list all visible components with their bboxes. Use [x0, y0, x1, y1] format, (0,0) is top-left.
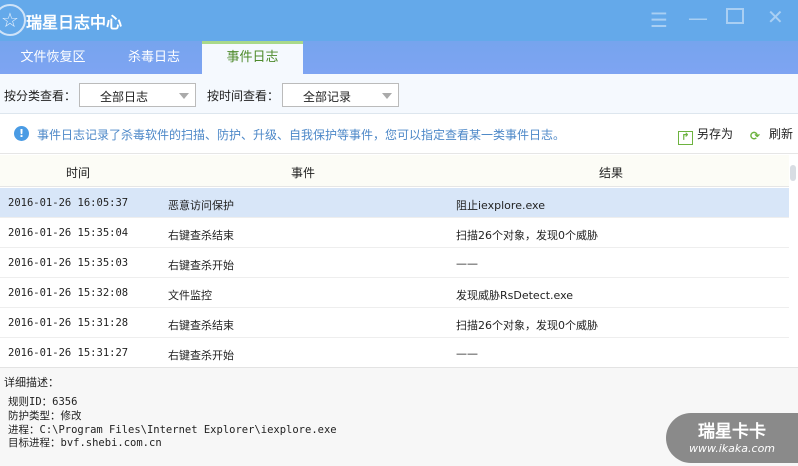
- cell-result: ——: [456, 347, 478, 360]
- filter-bar: 按分类查看： 全部日志 按时间查看： 全部记录: [0, 74, 798, 114]
- cell-time: 2016-01-26 15:31:28: [8, 317, 129, 329]
- menu-icon[interactable]: ☰: [650, 8, 668, 32]
- cell-time: 2016-01-26 15:35:04: [8, 227, 129, 239]
- scrollbar-thumb[interactable]: [790, 165, 796, 181]
- category-filter-label: 按分类查看：: [4, 89, 77, 103]
- cell-result: ——: [456, 257, 478, 270]
- category-select[interactable]: 全部日志: [79, 83, 196, 107]
- refresh-button[interactable]: ⟳ 刷新: [750, 125, 793, 143]
- detail-title: 详细描述：: [4, 376, 59, 389]
- close-icon[interactable]: ✕: [767, 5, 784, 29]
- save-as-label: 另存为: [697, 127, 734, 141]
- window-title: 瑞星日志中心: [26, 13, 123, 32]
- time-value: 全部记录: [303, 90, 352, 104]
- cell-time: 2016-01-26 15:31:27: [8, 347, 129, 359]
- event-table: 2016-01-26 16:05:37 恶意访问保护 阻止iexplore.exe 2…: [0, 188, 790, 368]
- table-row[interactable]: 2016-01-26 15:35:03 右键查杀开始 ——: [0, 248, 790, 278]
- table-row[interactable]: 2016-01-26 15:31:27 右键查杀开始 ——: [0, 338, 790, 368]
- refresh-icon: ⟳: [750, 129, 761, 143]
- watermark-url: www.ikaka.com: [688, 442, 776, 455]
- table-row[interactable]: 2016-01-26 15:35:04 右键查杀结束 扫描26个对象，发现0个威胁: [0, 218, 790, 248]
- scrollbar[interactable]: [789, 155, 798, 367]
- tab-bar: 文件恢复区 杀毒日志 事件日志: [0, 41, 798, 74]
- column-header-time[interactable]: 时间: [66, 164, 90, 181]
- info-bar: ! 事件日志记录了杀毒软件的扫描、防护、升级、自我保护等事件，您可以指定查看某一…: [0, 114, 798, 154]
- category-value: 全部日志: [100, 90, 149, 104]
- watermark: 瑞星卡卡 www.ikaka.com: [666, 413, 798, 463]
- info-icon: !: [14, 126, 29, 141]
- cell-result: 扫描26个对象，发现0个威胁: [456, 319, 598, 332]
- refresh-label: 刷新: [769, 127, 794, 141]
- cell-event: 右键查杀开始: [168, 349, 234, 362]
- cell-event: 文件监控: [168, 289, 212, 302]
- cell-time: 2016-01-26 15:35:03: [8, 257, 129, 269]
- chevron-down-icon: [179, 93, 189, 99]
- cell-event: 恶意访问保护: [168, 199, 234, 212]
- rising-logo-icon: ☆: [0, 4, 26, 36]
- tab-file-recovery[interactable]: 文件恢复区: [0, 41, 106, 74]
- tab-antivirus-log[interactable]: 杀毒日志: [106, 41, 202, 74]
- table-row[interactable]: 2016-01-26 15:31:28 右键查杀结束 扫描26个对象，发现0个威胁: [0, 308, 790, 338]
- tab-event-log[interactable]: 事件日志: [202, 41, 303, 74]
- minimize-icon[interactable]: —: [688, 6, 708, 30]
- detail-target-process: 目标进程：bvf.shebi.com.cn: [8, 437, 162, 449]
- save-as-button[interactable]: ↱ 另存为: [678, 125, 733, 145]
- title-bar: ☆ 瑞星日志中心 ☰ — ✕: [0, 0, 798, 41]
- column-header-event[interactable]: 事件: [291, 164, 315, 181]
- cell-result: 阻止iexplore.exe: [456, 199, 545, 212]
- watermark-brand: 瑞星卡卡: [698, 422, 766, 442]
- maximize-icon[interactable]: [726, 8, 744, 24]
- cell-event: 右键查杀结束: [168, 319, 234, 332]
- table-row[interactable]: 2016-01-26 16:05:37 恶意访问保护 阻止iexplore.exe: [0, 188, 790, 218]
- cell-event: 右键查杀结束: [168, 229, 234, 242]
- table-header: 时间 事件 结果: [0, 155, 790, 187]
- detail-protection-type: 防护类型：修改: [8, 410, 82, 422]
- export-icon: ↱: [678, 131, 693, 145]
- chevron-down-icon: [382, 93, 392, 99]
- table-row[interactable]: 2016-01-26 15:32:08 文件监控 发现威胁RsDetect.exe: [0, 278, 790, 308]
- cell-time: 2016-01-26 15:32:08: [8, 287, 129, 299]
- column-header-result[interactable]: 结果: [599, 164, 623, 181]
- info-text: 事件日志记录了杀毒软件的扫描、防护、升级、自我保护等事件，您可以指定查看某一类事…: [37, 128, 566, 142]
- time-select[interactable]: 全部记录: [282, 83, 399, 107]
- time-filter-label: 按时间查看：: [207, 89, 280, 103]
- cell-event: 右键查杀开始: [168, 259, 234, 272]
- cell-result: 发现威胁RsDetect.exe: [456, 289, 574, 302]
- cell-time: 2016-01-26 16:05:37: [8, 197, 129, 209]
- cell-result: 扫描26个对象，发现0个威胁: [456, 229, 598, 242]
- detail-rule-id: 规则ID：6356: [8, 396, 78, 408]
